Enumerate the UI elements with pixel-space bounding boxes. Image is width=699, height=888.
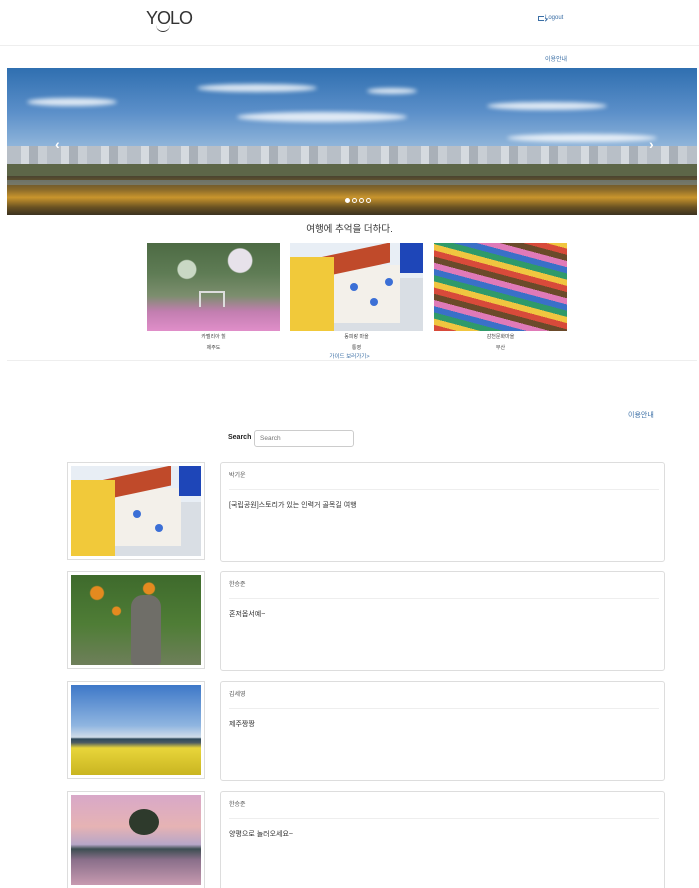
carousel-indicator[interactable] — [359, 198, 364, 203]
featured-card[interactable]: 동피랑 마을 통영 — [290, 243, 423, 351]
post-divider — [229, 598, 659, 599]
featured-name: 카멜리아 힐 — [201, 334, 226, 340]
post-image[interactable] — [71, 685, 201, 775]
mural-tank — [179, 466, 201, 496]
post-author: 김세영 — [229, 692, 246, 698]
featured-name: 동피랑 마을 — [344, 334, 369, 340]
mural-spot — [350, 283, 358, 291]
section-divider — [7, 360, 697, 361]
mural-tank — [400, 243, 423, 273]
post-thumbnail[interactable] — [67, 571, 205, 669]
featured-region: 부산 — [495, 345, 506, 351]
mural-face — [290, 257, 334, 331]
post-thumbnail[interactable] — [67, 791, 205, 888]
mural-spot — [370, 298, 378, 306]
featured-card[interactable]: 카멜리아 힐 제주도 — [147, 243, 280, 351]
mural-spot — [133, 510, 141, 518]
featured-name: 감천문화마을 — [486, 334, 515, 340]
cloud — [487, 102, 607, 110]
post-author: 한승준 — [229, 802, 246, 808]
post-divider — [229, 708, 659, 709]
post-title[interactable]: 양평으로 놀러오세요~ — [229, 829, 293, 839]
cloud — [507, 134, 657, 142]
post-image[interactable] — [71, 466, 201, 556]
featured-region: 통영 — [351, 345, 362, 351]
guide-link-top[interactable]: 이용안내 — [545, 54, 567, 63]
featured-image[interactable] — [434, 243, 567, 331]
stone-statue — [131, 595, 161, 665]
mural-spot — [155, 524, 163, 532]
guide-link-mid[interactable]: 이용안내 — [628, 410, 654, 420]
cloud — [197, 84, 317, 92]
logo-smile — [156, 25, 170, 32]
post-thumbnail[interactable] — [67, 681, 205, 779]
mural-spot — [385, 278, 393, 286]
post-divider — [229, 818, 659, 819]
logout-icon — [538, 15, 544, 21]
featured-region: 제주도 — [206, 345, 221, 351]
carousel-next-icon[interactable]: › — [649, 136, 654, 152]
search-input[interactable] — [254, 430, 354, 447]
logout-label: Logout — [545, 15, 564, 21]
post-title[interactable]: 제주짱짱 — [229, 719, 255, 729]
post-divider — [229, 489, 659, 490]
post-image[interactable] — [71, 795, 201, 885]
logout-button[interactable]: Logout — [538, 15, 563, 21]
featured-card[interactable]: 감천문화마을 부산 — [434, 243, 567, 351]
mural-face — [71, 480, 115, 556]
post-card[interactable]: 한승준 양평으로 놀러오세요~ — [220, 791, 665, 888]
post-author: 한승준 — [229, 582, 246, 588]
carousel-indicator[interactable] — [366, 198, 371, 203]
featured-image[interactable] — [290, 243, 423, 331]
hero-carousel: ‹ › — [7, 68, 697, 215]
carousel-indicator[interactable] — [352, 198, 357, 203]
post-image[interactable] — [71, 575, 201, 665]
post-thumbnail[interactable] — [67, 462, 205, 560]
post-card[interactable]: 한승준 혼저옵서예~ — [220, 571, 665, 671]
bench-shape — [199, 291, 225, 307]
guide-more-link[interactable]: 가이드 보러가기> — [0, 352, 699, 360]
carousel-indicators — [345, 198, 371, 203]
post-title[interactable]: 혼저옵서예~ — [229, 609, 265, 619]
post-title[interactable]: [국립공원]스토리가 있는 인력거 골목길 여행 — [229, 500, 357, 510]
river — [7, 180, 697, 185]
carousel-indicator[interactable] — [345, 198, 350, 203]
tagline: 여행에 추억을 더하다. — [306, 224, 393, 235]
featured-image[interactable] — [147, 243, 280, 331]
post-author: 박기운 — [229, 473, 246, 479]
post-card[interactable]: 김세영 제주짱짱 — [220, 681, 665, 781]
cloud — [27, 98, 117, 106]
carousel-prev-icon[interactable]: ‹ — [55, 136, 60, 152]
header: YOLO Logout — [0, 0, 699, 46]
tree-shape — [129, 809, 159, 835]
post-card[interactable]: 박기운 [국립공원]스토리가 있는 인력거 골목길 여행 — [220, 462, 665, 562]
cloud — [237, 112, 407, 122]
search-label: Search — [228, 434, 252, 441]
cloud — [367, 88, 417, 94]
